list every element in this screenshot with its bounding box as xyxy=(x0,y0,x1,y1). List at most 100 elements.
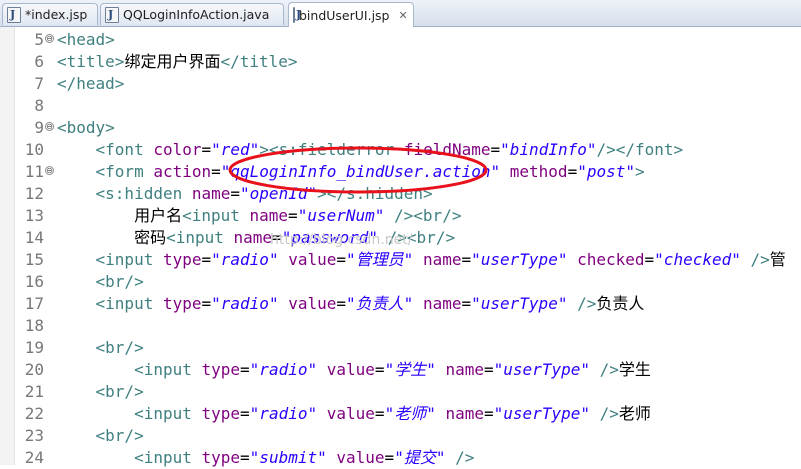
code-line[interactable]: 20 <input type="radio" value="学生" name="… xyxy=(0,359,801,381)
code-text: <br/> xyxy=(57,381,144,403)
code-text: <font color="red"><s:fielderror fieldNam… xyxy=(57,139,684,161)
code-token: = xyxy=(461,250,472,269)
code-line[interactable]: 18 xyxy=(0,315,801,337)
code-line[interactable]: 21 <br/> xyxy=(0,381,801,403)
line-number: 11 xyxy=(24,162,44,181)
code-token: "userNum" xyxy=(297,206,385,225)
code-token: type xyxy=(162,294,202,313)
code-token: <input xyxy=(95,250,163,269)
fold-toggle-icon[interactable]: ⊖ xyxy=(45,122,54,131)
fold-toggle-icon[interactable]: ⊖ xyxy=(45,166,54,175)
code-token: = xyxy=(567,162,578,181)
code-token: name xyxy=(249,206,289,225)
code-text: <body> xyxy=(57,117,115,139)
code-line[interactable]: 22 <input type="radio" value="老师" name="… xyxy=(0,403,801,425)
code-text: <head> xyxy=(57,29,115,51)
tab-label: *index.jsp xyxy=(25,7,88,22)
code-line[interactable]: 16 <br/> xyxy=(0,271,801,293)
code-token: type xyxy=(162,250,202,269)
code-token: /> xyxy=(589,360,619,379)
code-text: <br/> xyxy=(57,271,144,293)
code-token: = xyxy=(374,404,385,423)
code-text: <title>绑定用户界面</title> xyxy=(57,51,298,73)
code-token: "checked" xyxy=(654,250,741,269)
code-token: = xyxy=(374,360,385,379)
code-token: fieldName xyxy=(403,140,491,159)
code-token: <input xyxy=(182,206,250,225)
code-line[interactable]: 5 ⊖ <head> xyxy=(0,29,801,51)
code-token: <head> xyxy=(57,30,115,49)
code-token: = xyxy=(240,404,250,423)
code-line[interactable]: 19 <br/> xyxy=(0,337,801,359)
code-line[interactable]: 12 <s:hidden name="openId"></s:hidden> xyxy=(0,183,801,205)
code-token: /><br/> xyxy=(384,206,462,225)
code-line[interactable]: 23 <br/> xyxy=(0,425,801,447)
line-number: 16 xyxy=(24,272,44,291)
code-token: type xyxy=(201,404,241,423)
code-line[interactable]: 7 </head> xyxy=(0,73,801,95)
code-editor[interactable]: 5 ⊖ <head> 6 <title>绑定用户界面</title> 7 </head> 8 9… xyxy=(0,27,801,467)
tab-qqlogininfoaction-java[interactable]: J QQLoginInfoAction.java xyxy=(100,3,284,25)
code-token: = xyxy=(201,250,212,269)
code-token: 负责人 xyxy=(596,294,645,313)
code-token: name xyxy=(445,360,485,379)
code-text: <input type="radio" value="负责人" name="us… xyxy=(57,293,645,315)
line-number: 14 xyxy=(24,228,44,247)
code-line[interactable]: 11 ⊖ <form action="qqLoginInfo_bindUser.a… xyxy=(0,161,801,183)
code-token: "学生" xyxy=(384,360,436,379)
jsp-file-icon: J xyxy=(293,7,301,23)
code-line[interactable]: 13 用户名<input name="userNum" /><br/> xyxy=(0,205,801,227)
code-token: /> xyxy=(740,250,770,269)
code-line[interactable]: 10 <font color="red"><s:fielderror field… xyxy=(0,139,801,161)
code-text: <input type="radio" value="老师" name="use… xyxy=(57,403,651,425)
code-token: value xyxy=(336,448,385,467)
line-number: 24 xyxy=(24,448,44,467)
fold-toggle-icon[interactable]: ⊖ xyxy=(45,34,54,43)
code-token: 用户名 xyxy=(134,206,183,225)
code-token: value xyxy=(288,250,337,269)
code-line[interactable]: 17 <input type="radio" value="负责人" name=… xyxy=(0,293,801,315)
code-token: > xyxy=(635,162,645,181)
code-line[interactable]: 24 <input type="submit" value="提交" /> xyxy=(0,447,801,469)
code-token: <br/> xyxy=(95,426,144,445)
code-line[interactable]: 6 <title>绑定用户界面</title> xyxy=(0,51,801,73)
line-number: 12 xyxy=(24,184,44,203)
code-token: "userType" xyxy=(493,404,590,423)
code-token: value xyxy=(288,294,337,313)
code-token: "submit" xyxy=(249,448,327,467)
code-line[interactable]: 15 <input type="radio" value="管理员" name=… xyxy=(0,249,801,271)
code-token: name xyxy=(233,228,273,247)
code-text: <input type="radio" value="管理员" name="us… xyxy=(57,249,786,271)
code-token: "radio" xyxy=(211,250,279,269)
code-line[interactable]: 8 xyxy=(0,95,801,117)
code-token: "red" xyxy=(211,140,260,159)
code-text: </head> xyxy=(57,73,124,95)
code-line[interactable]: 9 ⊖ <body> xyxy=(0,117,801,139)
close-tab-icon[interactable]: ✕ xyxy=(399,9,408,22)
code-token: color xyxy=(153,140,202,159)
tab-index-jsp[interactable]: J *index.jsp xyxy=(2,3,98,25)
code-token: = xyxy=(211,162,221,181)
code-token: = xyxy=(484,360,494,379)
code-token: 学生 xyxy=(618,360,651,379)
line-number: 18 xyxy=(24,316,44,335)
code-text: <br/> xyxy=(57,425,144,447)
tab-binduserui-jsp[interactable]: J bindUserUI.jsp ✕ xyxy=(288,2,414,27)
code-token: 密码 xyxy=(134,228,167,247)
code-token: "老师" xyxy=(384,404,436,423)
line-number: 10 xyxy=(24,140,44,159)
